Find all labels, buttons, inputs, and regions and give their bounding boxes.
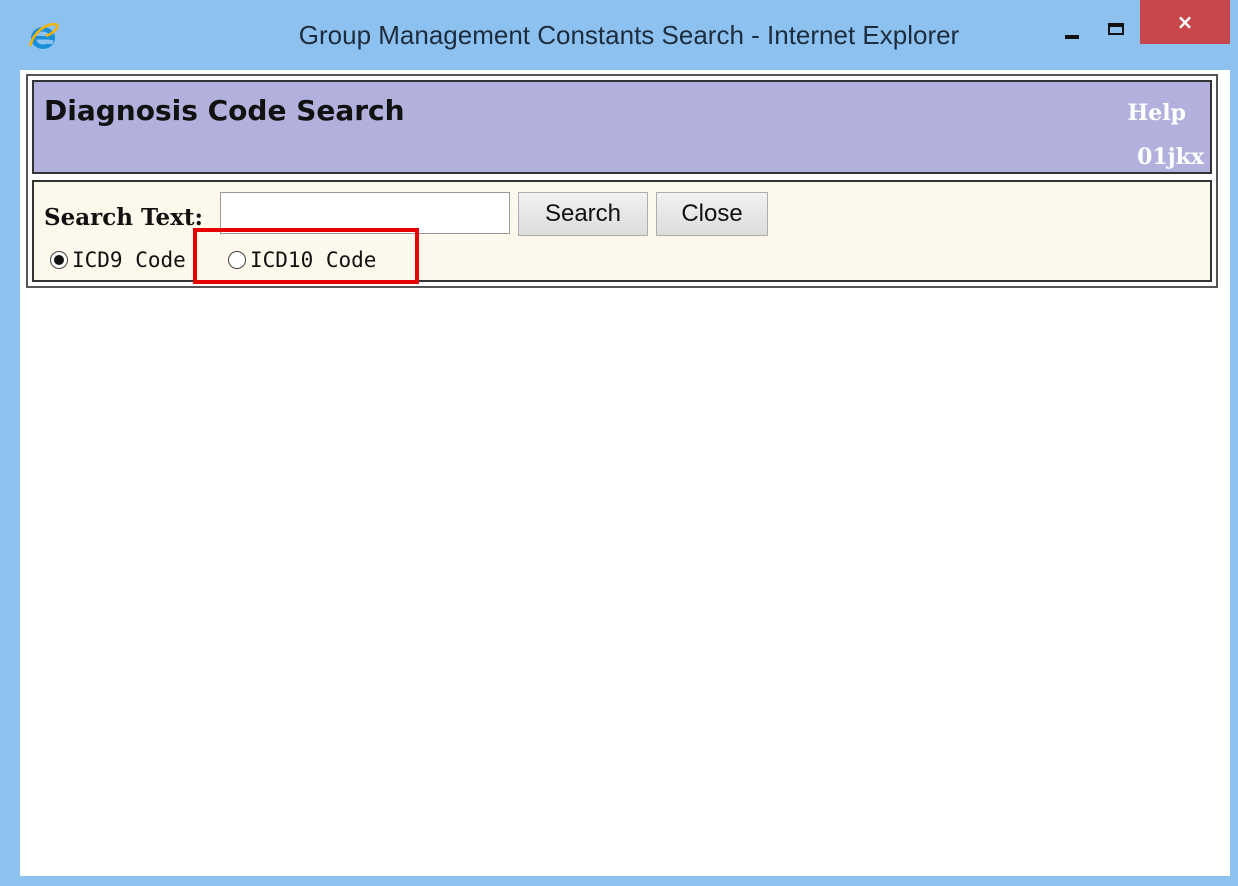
page-content: Diagnosis Code Search Help 01jkx Search … [20, 70, 1230, 876]
icd9-option[interactable]: ICD9 Code [50, 244, 186, 276]
icd9-radio[interactable] [50, 251, 68, 269]
close-icon: × [1176, 10, 1194, 34]
user-id: 01jkx [1137, 144, 1204, 170]
title-bar[interactable]: Group Management Constants Search - Inte… [0, 0, 1238, 72]
close-window-button[interactable]: × [1140, 0, 1230, 44]
minimize-button[interactable] [1050, 14, 1094, 50]
search-text-label: Search Text: [44, 204, 203, 231]
help-link[interactable]: Help [1127, 100, 1186, 126]
icd9-label: ICD9 Code [72, 248, 186, 272]
maximize-button[interactable] [1094, 14, 1138, 50]
minimize-icon [1065, 35, 1079, 39]
page-title: Diagnosis Code Search [44, 94, 405, 127]
highlight-annotation [193, 228, 419, 284]
close-button[interactable]: Close [656, 192, 768, 236]
page-header: Diagnosis Code Search Help 01jkx [32, 80, 1212, 174]
browser-window: Group Management Constants Search - Inte… [0, 0, 1238, 886]
search-button[interactable]: Search [518, 192, 648, 236]
maximize-icon [1108, 23, 1124, 35]
